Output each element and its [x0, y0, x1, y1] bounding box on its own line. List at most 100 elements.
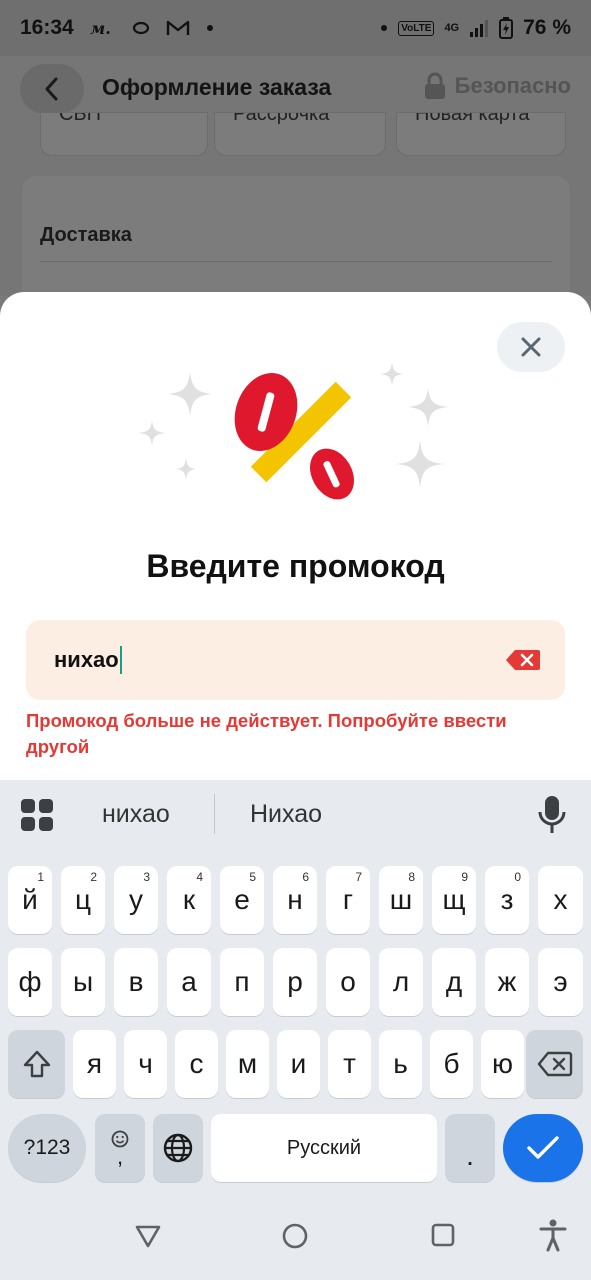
secure-indicator: Безопасно: [423, 72, 571, 100]
key-label: я: [86, 1048, 103, 1079]
close-icon: [521, 337, 541, 357]
status-time: 16:34: [20, 16, 74, 39]
key-м[interactable]: м: [226, 1030, 269, 1098]
back-button[interactable]: [20, 64, 84, 114]
key-label: у: [129, 884, 143, 915]
key-д[interactable]: д: [432, 948, 476, 1016]
chevron-left-icon: [45, 77, 58, 101]
error-message: Промокод больше не действует. Попробуйте…: [26, 710, 507, 757]
shift-icon: [23, 1050, 50, 1078]
promo-sheet: Введите промокод нихао Промокод больше н…: [0, 292, 591, 780]
backspace-key[interactable]: [526, 1030, 583, 1098]
key-label: л: [392, 966, 410, 997]
emoji-comma-key[interactable]: ,: [95, 1114, 145, 1182]
sheet-title: Введите промокод: [146, 548, 445, 584]
key-б[interactable]: б: [430, 1030, 473, 1098]
suggestion-bar: нихао Нихао: [0, 780, 591, 854]
key-ф[interactable]: ф: [8, 948, 52, 1016]
accessibility-icon[interactable]: [538, 1218, 568, 1252]
key-е[interactable]: е5: [220, 866, 264, 934]
keyboard: нихао Нихао й1 ц2 у3 к4 е5 н6 г7 ш8 щ9 з…: [0, 780, 591, 1194]
key-ы[interactable]: ы: [61, 948, 105, 1016]
sparkle-icon: [396, 440, 444, 488]
status-bar: 16:34 м. VoLTE 4G 76 %: [0, 0, 591, 56]
key-label: Русский: [286, 1136, 362, 1159]
language-key[interactable]: [153, 1114, 203, 1182]
key-з[interactable]: з0: [485, 866, 529, 934]
key-label: э: [553, 966, 568, 997]
promo-code-value[interactable]: нихао: [54, 647, 119, 673]
key-ц[interactable]: ц2: [61, 866, 105, 934]
loop-icon: [132, 21, 150, 35]
key-л[interactable]: л: [379, 948, 423, 1016]
key-т[interactable]: т: [328, 1030, 371, 1098]
key-hint: 7: [355, 870, 362, 884]
payment-option-new-card[interactable]: Новая карта: [396, 112, 566, 156]
key-щ[interactable]: щ9: [432, 866, 476, 934]
sparkle-icon: [168, 372, 212, 416]
key-у[interactable]: у3: [114, 866, 158, 934]
key-ю[interactable]: ю: [481, 1030, 524, 1098]
payment-option-installment[interactable]: Рассрочка: [214, 112, 386, 156]
notification-dot-icon: [380, 24, 388, 32]
apps-grid-icon[interactable]: [20, 798, 54, 832]
navigation-bar: [0, 1194, 591, 1280]
key-label: н: [287, 884, 303, 915]
period-key[interactable]: .: [445, 1114, 495, 1182]
key-с[interactable]: с: [175, 1030, 218, 1098]
promo-code-input[interactable]: нихао: [26, 620, 565, 700]
key-э[interactable]: э: [538, 948, 583, 1016]
key-label: ч: [138, 1048, 153, 1079]
key-п[interactable]: п: [220, 948, 264, 1016]
key-и[interactable]: и: [277, 1030, 320, 1098]
recents-square-icon[interactable]: [430, 1222, 456, 1248]
key-к[interactable]: к4: [167, 866, 211, 934]
text-cursor: [119, 646, 122, 674]
key-ч[interactable]: ч: [124, 1030, 167, 1098]
key-label: е: [234, 884, 250, 915]
key-label: ?123: [23, 1136, 71, 1159]
key-hint: 6: [302, 870, 309, 884]
key-label: ж: [497, 966, 517, 997]
key-label: п: [234, 966, 250, 997]
clear-input-button[interactable]: [505, 649, 541, 671]
enter-key[interactable]: [503, 1114, 583, 1182]
key-н[interactable]: н6: [273, 866, 317, 934]
battery-icon: [499, 17, 514, 39]
key-й[interactable]: й1: [8, 866, 52, 934]
key-о[interactable]: о: [326, 948, 370, 1016]
signal-icon: [469, 18, 489, 38]
key-ж[interactable]: ж: [485, 948, 529, 1016]
key-х[interactable]: х: [538, 866, 583, 934]
key-label: б: [443, 1048, 460, 1079]
payment-option-sbp[interactable]: СБП: [40, 112, 208, 156]
key-в[interactable]: в: [114, 948, 158, 1016]
home-circle-icon[interactable]: [281, 1222, 309, 1250]
key-label: ц: [74, 884, 92, 915]
shift-key[interactable]: [8, 1030, 65, 1098]
close-button[interactable]: [497, 322, 565, 372]
key-я[interactable]: я: [73, 1030, 116, 1098]
key-hint: 8: [408, 870, 415, 884]
volte-badge: VoLTE: [398, 20, 435, 36]
key-ш[interactable]: ш8: [379, 866, 423, 934]
key-ь[interactable]: ь: [379, 1030, 422, 1098]
back-triangle-icon[interactable]: [134, 1222, 162, 1250]
key-hint: 9: [461, 870, 468, 884]
space-key[interactable]: Русский: [211, 1114, 437, 1182]
suggestion-2[interactable]: Нихао: [250, 800, 322, 829]
payment-option-label: Новая карта: [415, 112, 530, 125]
page-title: Оформление заказа: [102, 74, 332, 100]
microphone-icon[interactable]: [535, 794, 569, 836]
key-hint: 1: [37, 870, 44, 884]
key-label: т: [343, 1048, 356, 1079]
delivery-heading: Доставка: [40, 224, 132, 246]
battery-percent: 76 %: [523, 16, 571, 39]
key-а[interactable]: а: [167, 948, 211, 1016]
key-г[interactable]: г7: [326, 866, 370, 934]
symbols-key[interactable]: ?123: [8, 1114, 86, 1182]
key-label: ш: [389, 884, 413, 915]
svg-text:м.: м.: [90, 20, 111, 36]
suggestion-1[interactable]: нихао: [102, 800, 170, 829]
key-р[interactable]: р: [273, 948, 317, 1016]
